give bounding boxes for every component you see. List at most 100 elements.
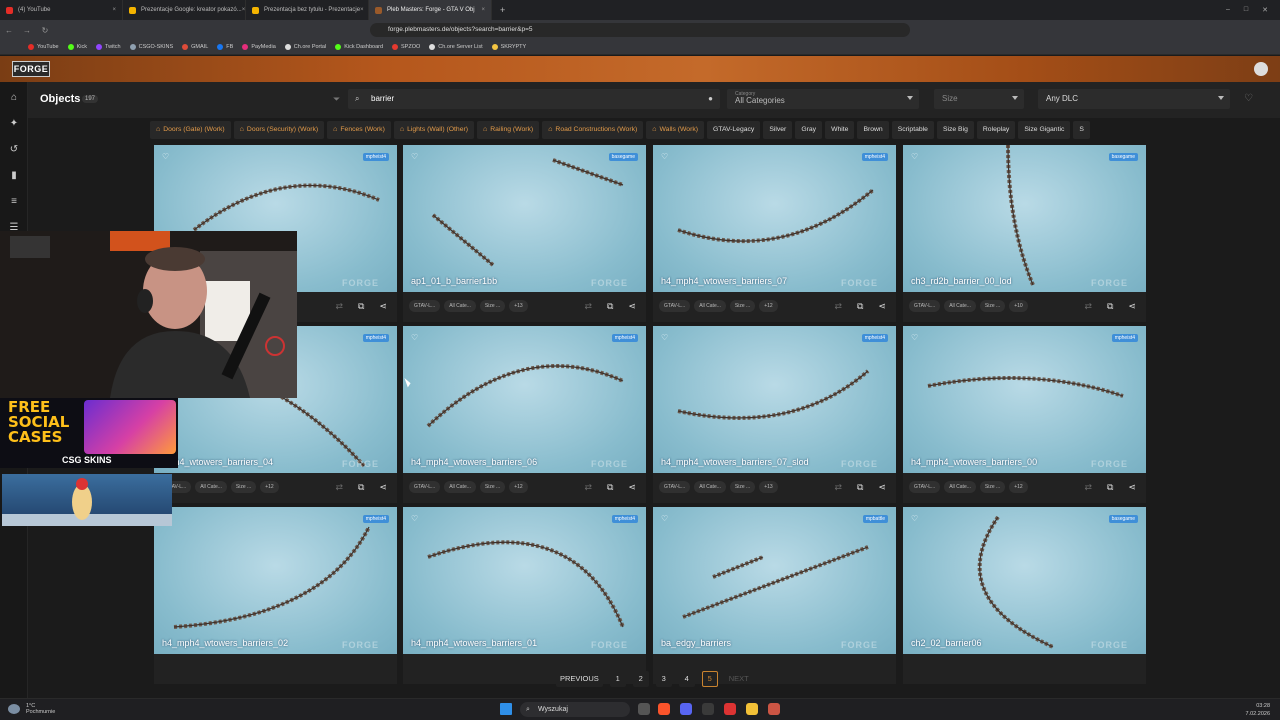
object-card[interactable]: ♡ mpbattle ba_edgy_barriers FORGE [653, 507, 896, 684]
taskbar-search[interactable]: ⌕ Wyszukaj [520, 702, 630, 717]
object-card[interactable]: ♡ basegame ch3_rd2b_barrier_00_lod FORGE GTA… [903, 145, 1146, 322]
bookmark-item[interactable]: GMAIL [182, 44, 208, 50]
filter-tag[interactable]: White [825, 121, 855, 139]
weather-widget[interactable]: 1°C Pochmurnie [26, 703, 55, 715]
filter-icon[interactable]: ⏷ [333, 94, 340, 105]
gtav-chip[interactable]: GTAV-L... [909, 481, 941, 493]
more-tags-chip[interactable]: +12 [759, 300, 778, 312]
object-card[interactable]: ♡ mpheist4 h4_mph4_wtowers_barriers_01 FORG… [403, 507, 646, 684]
share-icon[interactable]: ⋖ [379, 482, 387, 493]
minimize-icon[interactable]: – [1226, 6, 1230, 14]
object-card[interactable]: ♡ mpheist4 h4_mph4_wtowers_barriers_06 FORG… [403, 326, 646, 503]
compare-icon[interactable]: ⇄ [584, 301, 592, 312]
filter-tag[interactable]: Doors (Security) (Work) [233, 121, 325, 139]
browser-tab[interactable]: Prezentacja bez tytułu - Prezentacje × [246, 0, 369, 20]
object-card[interactable]: ♡ basegame ap1_01_b_barrier1bb FORGE GTAV-L.… [403, 145, 646, 322]
copy-icon[interactable]: ⧉ [1107, 482, 1113, 493]
compare-icon[interactable]: ⇄ [834, 301, 842, 312]
close-tab-icon[interactable]: × [481, 7, 485, 13]
app-icon[interactable] [702, 703, 714, 715]
size-chip[interactable]: Size ... [479, 481, 506, 493]
copy-icon[interactable]: ⧉ [358, 482, 364, 493]
copy-icon[interactable]: ⧉ [607, 482, 613, 493]
heart-icon[interactable]: ♡ [661, 152, 668, 161]
object-preview-image[interactable]: ♡ basegame ch2_02_barrier06 FORGE [903, 507, 1146, 654]
filter-tag[interactable]: Road Constructions (Work) [542, 121, 644, 139]
share-icon[interactable]: ⋖ [379, 301, 387, 312]
more-tags-chip[interactable]: +12 [509, 481, 528, 493]
compare-icon[interactable]: ⇄ [1084, 301, 1092, 312]
gtav-chip[interactable]: GTAV-L... [909, 300, 941, 312]
gtav-chip[interactable]: GTAV-L... [659, 300, 691, 312]
compare-icon[interactable]: ⇄ [335, 301, 343, 312]
copy-icon[interactable]: ⧉ [857, 301, 863, 312]
size-chip[interactable]: Size ... [729, 481, 756, 493]
new-tab-icon[interactable]: + [500, 5, 505, 15]
sparkle-icon[interactable]: ✦ [8, 118, 20, 130]
category-chip[interactable]: All Cate... [944, 300, 976, 312]
more-tags-chip[interactable]: +13 [759, 481, 778, 493]
bookmark-item[interactable]: SPZOO [392, 44, 420, 50]
object-preview-image[interactable]: ♡ mpheist4 h4_mph4_wtowers_barriers_00 FORG… [903, 326, 1146, 473]
forge-logo[interactable]: FORGE [12, 61, 50, 77]
search-input[interactable]: ⌕ barrier ● [348, 89, 720, 109]
page-number-button[interactable]: 5 [701, 671, 718, 687]
more-tags-chip[interactable]: +12 [1009, 481, 1028, 493]
page-number-button[interactable]: 1 [609, 671, 626, 687]
dlc-select[interactable]: Any DLC [1038, 89, 1230, 109]
page-number-button[interactable]: 4 [678, 671, 695, 687]
favorites-heart-icon[interactable]: ♡ [1244, 93, 1253, 104]
filter-tag[interactable]: Scriptable [891, 121, 934, 139]
copy-icon[interactable]: ⧉ [358, 301, 364, 312]
size-chip[interactable]: Size ... [230, 481, 257, 493]
object-preview-image[interactable]: ♡ mpheist4 h4_mph4_wtowers_barriers_01 FORG… [403, 507, 646, 654]
gtav-chip[interactable]: GTAV-L... [409, 481, 441, 493]
next-button[interactable]: NEXT [725, 671, 753, 687]
share-icon[interactable]: ⋖ [628, 482, 636, 493]
bookmark-item[interactable]: Kick [67, 44, 87, 50]
share-icon[interactable]: ⋖ [878, 301, 886, 312]
bookmark-item[interactable]: CSGO-SKINS [129, 44, 173, 50]
more-tags-chip[interactable]: +12 [260, 481, 279, 493]
object-preview-image[interactable]: ♡ basegame ch3_rd2b_barrier_00_lod FORGE [903, 145, 1146, 292]
object-preview-image[interactable]: ♡ mpheist4 h4_mph4_wtowers_barriers_07 FORG… [653, 145, 896, 292]
file-explorer-icon[interactable] [746, 703, 758, 715]
filter-tag[interactable]: S [1073, 121, 1090, 139]
category-select[interactable]: Category All Categories [727, 89, 919, 109]
heart-icon[interactable]: ♡ [911, 152, 918, 161]
size-chip[interactable]: Size ... [979, 300, 1006, 312]
previous-button[interactable]: PREVIOUS [556, 671, 603, 687]
compare-icon[interactable]: ⇄ [584, 482, 592, 493]
app-icon[interactable] [768, 703, 780, 715]
system-clock[interactable]: 03:28 7.02.2026 [1246, 702, 1270, 718]
forward-icon[interactable]: → [18, 26, 36, 35]
size-chip[interactable]: Size ... [479, 300, 506, 312]
filter-tag[interactable]: Railing (Work) [477, 121, 540, 139]
category-chip[interactable]: All Cate... [694, 481, 726, 493]
filter-tag[interactable]: Lights (Wall) (Other) [393, 121, 475, 139]
filter-tag[interactable]: Size Gigantic [1018, 121, 1071, 139]
object-preview-image[interactable]: ♡ mpheist4 h4_mph4_wtowers_barriers_06 FORG… [403, 326, 646, 473]
category-chip[interactable]: All Cate... [195, 481, 227, 493]
bookmark-item[interactable]: Ch.ore Portal [284, 44, 326, 50]
bookmark-item[interactable]: Kick Dashboard [335, 44, 383, 50]
bookmark-item[interactable]: Twitch [96, 44, 121, 50]
reload-icon[interactable]: ↻ [36, 26, 54, 35]
list-icon[interactable]: ≡ [8, 196, 20, 208]
bookmark-item[interactable]: Ch.ore Server List [429, 44, 483, 50]
page-number-button[interactable]: 3 [655, 671, 672, 687]
category-chip[interactable]: All Cate... [444, 300, 476, 312]
object-preview-image[interactable]: ♡ mpbattle ba_edgy_barriers FORGE [653, 507, 896, 654]
share-icon[interactable]: ⋖ [1128, 482, 1136, 493]
object-preview-image[interactable]: ♡ mpheist4 h4_mph4_wtowers_barriers_07_slo… [653, 326, 896, 473]
close-tab-icon[interactable]: × [112, 7, 116, 13]
object-card[interactable]: ♡ mpheist4 h4_mph4_wtowers_barriers_07_slo… [653, 326, 896, 503]
object-card[interactable]: ♡ mpheist4 h4_mph4_wtowers_barriers_00 FORG… [903, 326, 1146, 503]
filter-tag[interactable]: Walls (Work) [646, 121, 705, 139]
app-icon[interactable] [724, 703, 736, 715]
gtav-chip[interactable]: GTAV-L... [409, 300, 441, 312]
heart-icon[interactable]: ♡ [661, 333, 668, 342]
compare-icon[interactable]: ⇄ [1084, 482, 1092, 493]
page-number-button[interactable]: 2 [632, 671, 649, 687]
category-chip[interactable]: All Cate... [694, 300, 726, 312]
